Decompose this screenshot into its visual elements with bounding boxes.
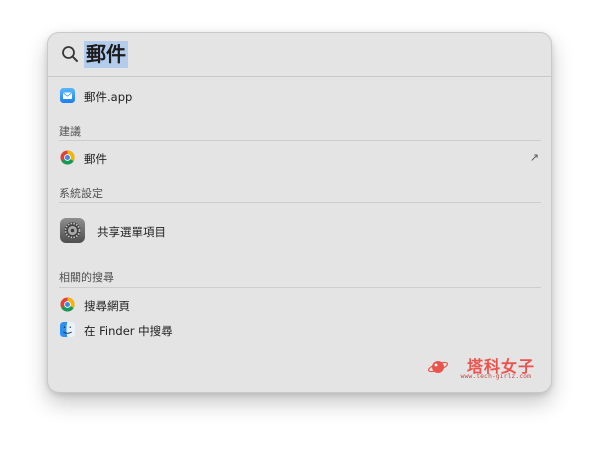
top-hit-result[interactable]: 郵件.app — [48, 86, 551, 106]
related-searches-divider — [59, 287, 541, 288]
settings-gear-icon — [60, 218, 85, 243]
top-hit-label: 郵件.app — [84, 90, 133, 104]
suggestion-label: 郵件 — [84, 152, 107, 166]
system-settings-divider — [59, 202, 541, 203]
system-settings-item[interactable]: 共享選單項目 — [48, 218, 551, 244]
north-east-arrow-icon[interactable]: ↗ — [530, 151, 539, 164]
spotlight-panel: 郵件 郵件.app 建議 郵件 ↗ 系統設定 共享選單項目 相關的搜尋 搜尋網頁… — [47, 32, 552, 393]
chrome-icon — [60, 150, 75, 165]
system-settings-label: 共享選單項目 — [97, 225, 166, 239]
chrome-icon — [60, 297, 75, 312]
search-input[interactable]: 郵件 — [84, 41, 128, 68]
search-icon — [62, 46, 78, 62]
suggestions-divider — [59, 140, 541, 141]
suggestions-header: 建議 — [59, 125, 81, 138]
suggestion-item[interactable]: 郵件 ↗ — [48, 148, 551, 168]
related-search-label: 在 Finder 中搜尋 — [84, 324, 173, 338]
related-search-label: 搜尋網頁 — [84, 299, 130, 313]
planet-logo-icon — [427, 361, 449, 373]
related-search-item-web[interactable]: 搜尋網頁 — [48, 295, 551, 315]
related-searches-header: 相關的搜尋 — [59, 271, 114, 284]
search-bar[interactable]: 郵件 — [48, 33, 551, 77]
watermark-subtitle: www.tech-girlz.com — [460, 372, 531, 380]
related-search-item-finder[interactable]: 在 Finder 中搜尋 — [48, 320, 551, 340]
watermark: 塔科女子 www.tech-girlz.com — [427, 353, 535, 383]
mail-app-icon — [60, 88, 75, 103]
system-settings-header: 系統設定 — [59, 187, 103, 200]
finder-icon — [60, 322, 75, 337]
